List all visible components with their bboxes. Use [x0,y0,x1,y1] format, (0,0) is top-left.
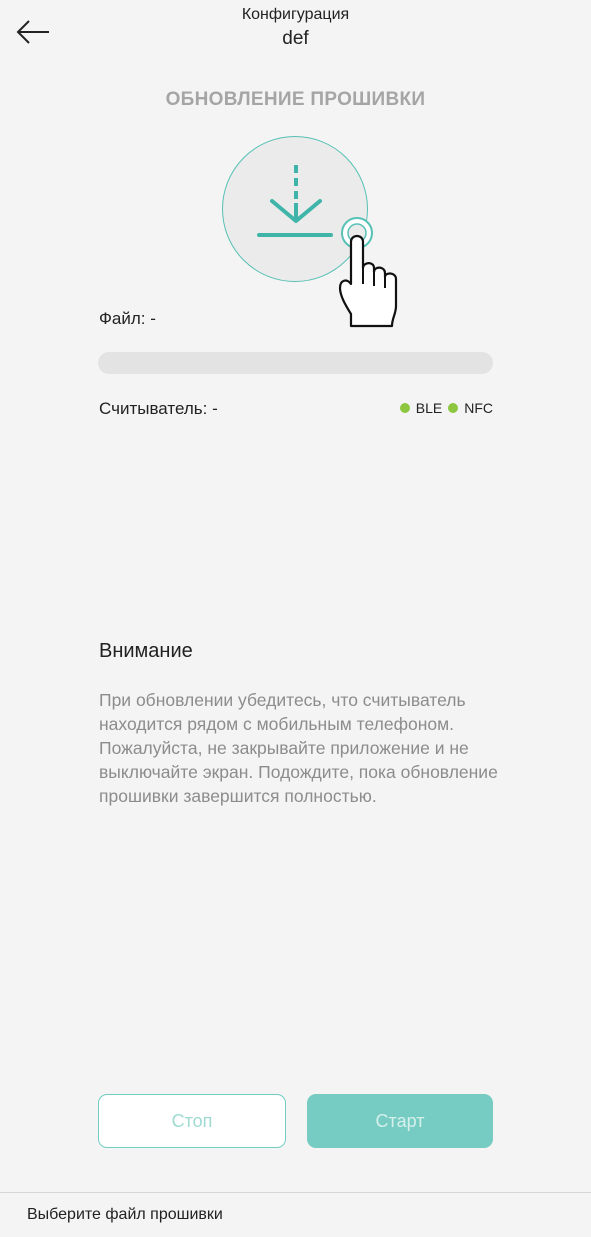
header-title: Конфигурация [241,6,350,23]
ble-status-dot-icon [399,403,410,413]
footer-divider [0,1192,591,1193]
nfc-label: NFC [464,400,493,416]
status-message: Выберите файл прошивки [27,1206,223,1223]
firmware-progress-bar [98,352,493,374]
reader-label: Считыватель: - [99,399,218,418]
nfc-status-dot-icon [448,403,459,413]
start-button[interactable]: Старт [307,1094,493,1148]
header: Конфигурация def [0,0,591,60]
warning-title: Внимание [99,640,193,662]
stop-button[interactable]: Стоп [98,1094,286,1148]
nfc-status: NFC [448,400,493,416]
ble-label: BLE [415,400,443,416]
connection-status: BLE NFC [394,400,493,416]
page-title: ОБНОВЛЕНИЕ ПРОШИВКИ [165,89,426,110]
warning-text: При обновлении убедитесь, что считывател… [99,690,498,806]
header-subtitle: def [282,28,309,49]
hand-pointer-icon [338,217,398,328]
file-label: Файл: - [99,309,156,328]
ble-status: BLE [399,400,443,416]
